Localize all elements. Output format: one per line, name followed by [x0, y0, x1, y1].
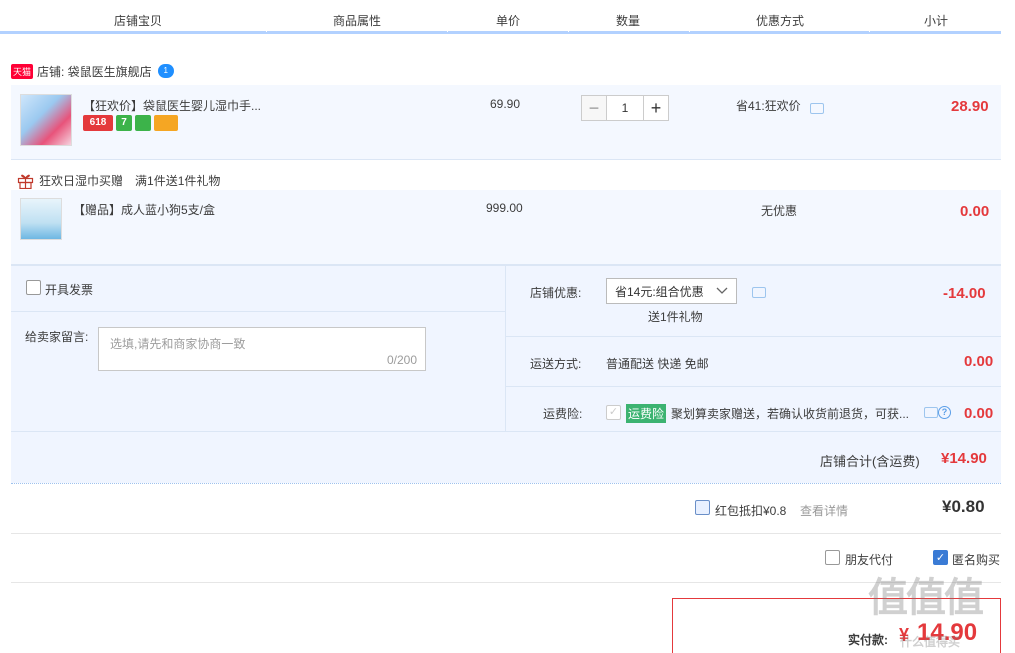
shop-discount-amount: -14.00 — [943, 285, 986, 302]
tmall-icon: 天猫 — [11, 63, 34, 79]
payment-label: 实付款: — [848, 633, 888, 647]
shop-name[interactable]: 店铺: 袋鼠医生旗舰店 — [37, 63, 152, 80]
promo-label: 狂欢日湿巾买赠 — [39, 174, 124, 188]
chevron-down-icon — [716, 287, 728, 294]
shop-discount-label: 店铺优惠: — [530, 286, 582, 300]
shop-discount-select[interactable]: 省14元:组合优惠 — [606, 278, 737, 304]
watermark-site: 什么值得买 — [900, 635, 961, 649]
insurance-label: 运费险: — [543, 407, 583, 421]
618-badge-icon: 618 — [83, 115, 113, 131]
message-label: 给卖家留言: — [25, 330, 89, 344]
redpacket-detail-link[interactable]: 查看详情 — [800, 502, 848, 519]
shipping-amount: 0.00 — [964, 353, 994, 370]
item-thumbnail[interactable] — [20, 94, 72, 146]
redpacket-amount: ¥0.80 — [942, 497, 985, 516]
insurance-text: 聚划算卖家赠送，若确认收货前退货，可获... — [671, 407, 910, 421]
redpacket-label: 红包抵扣¥0.8 — [715, 504, 787, 518]
shop-discount-selected: 省14元:组合优惠 — [615, 284, 704, 299]
card-payment-icon — [154, 115, 178, 131]
shop-discount-note: 送1件礼物 — [648, 310, 703, 324]
shop-total-amount: ¥14.90 — [941, 450, 987, 467]
qty-decrease-button[interactable]: − — [581, 95, 607, 121]
anonymous-checkbox[interactable]: ✓ — [933, 550, 948, 565]
message-icon[interactable] — [924, 407, 938, 418]
message-counter: 0/200 — [386, 353, 417, 367]
cart-header: 店铺宝贝 商品属性 单价 数量 优惠方式 小计 — [0, 0, 1001, 34]
watermark-logo: 值值值 — [868, 576, 984, 620]
header-col-subtotal: 小计 — [924, 14, 949, 28]
gift-icon — [17, 174, 34, 189]
seven-day-return-icon: 7 — [116, 115, 132, 131]
header-col-price: 单价 — [496, 14, 521, 28]
redpacket-checkbox[interactable] — [695, 500, 710, 515]
header-col-attr: 商品属性 — [333, 14, 382, 28]
shipping-value[interactable]: 普通配送 快递 免邮 — [606, 355, 709, 372]
gift-title[interactable]: 【赠品】成人蓝小狗5支/盒 — [73, 201, 215, 218]
item-badges: 618 7 — [83, 115, 181, 131]
message-icon[interactable] — [752, 287, 766, 298]
insurance-checkbox: ✓ — [606, 405, 621, 420]
quantity-input[interactable]: 1 — [607, 95, 643, 121]
seller-message-input[interactable]: 选填,请先和商家协商一致 0/200 — [98, 327, 426, 371]
invoice-checkbox[interactable] — [26, 280, 41, 295]
header-col-discount: 优惠方式 — [756, 14, 805, 28]
quantity-stepper: − 1 + — [581, 95, 669, 121]
gift-thumbnail[interactable] — [20, 198, 62, 240]
item-unit-price: 69.90 — [490, 97, 521, 111]
insurance-info: 运费险 聚划算卖家赠送，若确认收货前退货，可获... — [626, 404, 909, 423]
message-icon[interactable] — [810, 103, 824, 114]
item-title[interactable]: 【狂欢价】袋鼠医生婴儿湿巾手... — [83, 97, 261, 114]
qty-increase-button[interactable]: + — [643, 95, 669, 121]
shop-total-label: 店铺合计(含运费) — [820, 454, 920, 469]
item-subtotal: 28.90 — [951, 98, 989, 115]
chat-icon[interactable]: 1 — [157, 64, 174, 78]
help-icon[interactable]: ? — [938, 406, 951, 419]
header-col-item: 店铺宝贝 — [114, 14, 163, 28]
message-placeholder: 选填,请先和商家协商一致 — [110, 337, 246, 351]
friend-pay-checkbox[interactable] — [825, 550, 840, 565]
shipping-label: 运送方式: — [530, 357, 582, 371]
header-col-qty: 数量 — [616, 14, 641, 28]
promo-detail: 满1件送1件礼物 — [135, 174, 221, 188]
insurance-amount: 0.00 — [964, 405, 994, 422]
gift-discount: 无优惠 — [761, 204, 798, 218]
promo-row: 狂欢日湿巾买赠 满1件送1件礼物 — [17, 172, 220, 189]
gift-subtotal: 0.00 — [960, 203, 990, 220]
insurance-tag: 运费险 — [626, 404, 667, 423]
gift-unit-price: 999.00 — [486, 201, 523, 215]
invoice-label: 开具发票 — [45, 283, 94, 297]
guarantee-icon — [135, 115, 151, 131]
item-discount: 省41:狂欢价 — [736, 99, 801, 113]
shop-row: 天猫 店铺: 袋鼠医生旗舰店 1 — [11, 62, 174, 80]
